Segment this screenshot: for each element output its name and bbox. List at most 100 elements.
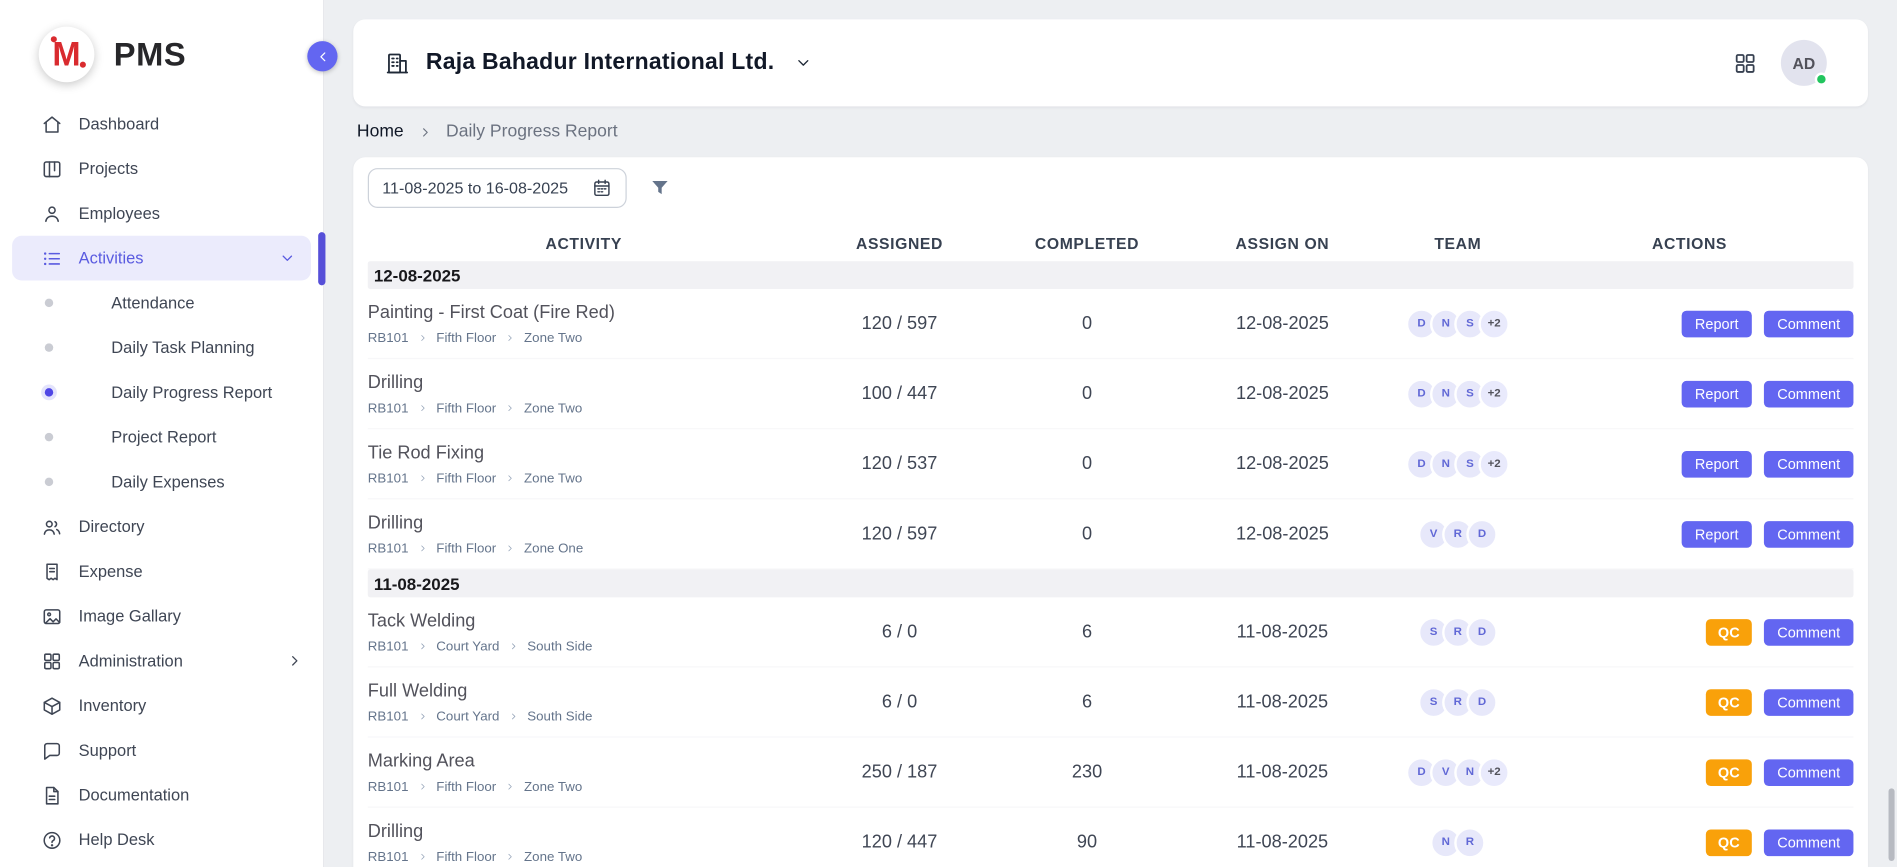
report-card: 11-08-2025 to 16-08-2025 ACTIVITYASSIGNE… [353, 157, 1868, 867]
chevron-right-icon [505, 781, 516, 792]
sidebar-item-support[interactable]: Support [0, 728, 323, 773]
team-extra-count[interactable]: +2 [1478, 448, 1509, 479]
completed-value: 0 [999, 383, 1174, 404]
qc-button[interactable]: QC [1706, 829, 1752, 856]
comment-button[interactable]: Comment [1764, 521, 1854, 548]
comment-button[interactable]: Comment [1764, 450, 1854, 477]
online-status-dot [1815, 73, 1828, 86]
sidebar-collapse-button[interactable] [307, 41, 337, 71]
apps-grid-icon[interactable] [1732, 50, 1757, 75]
qc-button[interactable]: QC [1706, 759, 1752, 786]
report-button[interactable]: Report [1682, 380, 1752, 407]
sidebar-item-administration[interactable]: Administration [0, 638, 323, 683]
sidebar-item-label: Dashboard [79, 115, 159, 133]
chevron-down-icon [278, 249, 296, 267]
group-date: 12-08-2025 [374, 265, 461, 284]
sidebar-item-documentation[interactable]: Documentation [0, 773, 323, 818]
chevron-right-icon [505, 851, 516, 862]
comment-button[interactable]: Comment [1764, 689, 1854, 716]
comment-button[interactable]: Comment [1764, 829, 1854, 856]
completed-value: 0 [999, 524, 1174, 545]
sidebar-item-label: Administration [79, 652, 183, 670]
bullet-dot-icon [45, 299, 53, 307]
sidebar-item-expense[interactable]: Expense [0, 549, 323, 594]
report-button[interactable]: Report [1682, 521, 1752, 548]
sidebar-subitem-daily-expenses[interactable]: Daily Expenses [0, 459, 323, 504]
path-segment: RB101 [368, 849, 409, 864]
sidebar-item-label: Image Gallary [79, 607, 181, 625]
chevron-right-icon [505, 333, 516, 344]
comment-button[interactable]: Comment [1764, 310, 1854, 337]
assigned-value: 120 / 447 [800, 832, 1000, 853]
completed-value: 0 [999, 453, 1174, 474]
assign-on-value: 11-08-2025 [1175, 832, 1390, 853]
team-extra-count[interactable]: +2 [1478, 378, 1509, 409]
sidebar-subitem-label: Daily Expenses [111, 473, 224, 491]
path-segment: Court Yard [436, 639, 499, 654]
activity-path: RB101Fifth FloorZone One [368, 541, 800, 556]
user-avatar[interactable]: AD [1781, 40, 1827, 86]
sidebar-item-dashboard[interactable]: Dashboard [0, 102, 323, 147]
sidebar: M PMS Dashboard ProjectsEmployeesActiviti… [0, 0, 324, 867]
expense-icon [41, 560, 63, 582]
helpdesk-icon [41, 829, 63, 851]
avatar-initials: AD [1792, 54, 1815, 72]
app-logo: M PMS [0, 0, 323, 99]
sidebar-item-projects[interactable]: Projects [0, 146, 323, 191]
filter-icon[interactable] [648, 177, 671, 200]
documentation-icon [41, 784, 63, 806]
sidebar-item-help-desk[interactable]: Help Desk [0, 817, 323, 862]
breadcrumb-home[interactable]: Home [357, 120, 404, 144]
sidebar-subitem-attendance[interactable]: Attendance [0, 281, 323, 326]
path-segment: RB101 [368, 471, 409, 486]
activities-icon [41, 247, 63, 269]
team-extra-count[interactable]: +2 [1478, 756, 1509, 787]
activity-title: Marking Area [368, 750, 800, 771]
completed-value: 6 [999, 622, 1174, 643]
team-avatar: D [1466, 518, 1497, 549]
path-segment: RB101 [368, 331, 409, 346]
date-range-input[interactable]: 11-08-2025 to 16-08-2025 [368, 168, 627, 208]
row-actions: QC Comment [1526, 829, 1854, 856]
sidebar-item-label: Directory [79, 518, 145, 536]
projects-icon [41, 158, 63, 180]
company-selector[interactable]: Raja Bahadur International Ltd. [385, 50, 813, 77]
row-actions: Report Comment [1526, 310, 1854, 337]
sidebar-item-label: Expense [79, 562, 143, 580]
row-actions: QC Comment [1526, 689, 1854, 716]
team-extra-count[interactable]: +2 [1478, 308, 1509, 339]
table-row: Tack WeldingRB101Court YardSouth Side6 /… [368, 597, 1854, 667]
sidebar-subitem-project-report[interactable]: Project Report [0, 415, 323, 460]
comment-button[interactable]: Comment [1764, 759, 1854, 786]
activity-title: Full Welding [368, 680, 800, 701]
path-segment: RB101 [368, 779, 409, 794]
employees-icon [41, 203, 63, 225]
sidebar-item-directory[interactable]: Directory [0, 504, 323, 549]
path-segment: Fifth Floor [436, 849, 496, 864]
team-avatars: SRD [1390, 616, 1525, 647]
sidebar-item-image-gallary[interactable]: Image Gallary [0, 594, 323, 639]
comment-button[interactable]: Comment [1764, 380, 1854, 407]
sidebar-subitem-daily-task-planning[interactable]: Daily Task Planning [0, 325, 323, 370]
activity-cell: DrillingRB101Fifth FloorZone Two [368, 820, 800, 864]
scrollbar-thumb[interactable] [1889, 788, 1895, 861]
activity-cell: DrillingRB101Fifth FloorZone One [368, 512, 800, 556]
table-row: DrillingRB101Fifth FloorZone Two120 / 44… [368, 808, 1854, 867]
report-button[interactable]: Report [1682, 310, 1752, 337]
report-button[interactable]: Report [1682, 450, 1752, 477]
qc-button[interactable]: QC [1706, 689, 1752, 716]
assign-on-value: 12-08-2025 [1175, 524, 1390, 545]
app-name: PMS [114, 36, 187, 73]
sidebar-item-employees[interactable]: Employees [0, 191, 323, 236]
assigned-value: 120 / 597 [800, 524, 1000, 545]
comment-button[interactable]: Comment [1764, 619, 1854, 646]
sidebar-subitem-daily-progress-report[interactable]: Daily Progress Report [0, 370, 323, 415]
sidebar-item-activities[interactable]: Activities [12, 236, 311, 281]
chevron-right-icon [417, 403, 428, 414]
completed-value: 90 [999, 832, 1174, 853]
sidebar-item-inventory[interactable]: Inventory [0, 683, 323, 728]
row-actions: Report Comment [1526, 450, 1854, 477]
qc-button[interactable]: QC [1706, 619, 1752, 646]
activity-cell: Marking AreaRB101Fifth FloorZone Two [368, 750, 800, 794]
sidebar-subitem-label: Project Report [111, 428, 216, 446]
